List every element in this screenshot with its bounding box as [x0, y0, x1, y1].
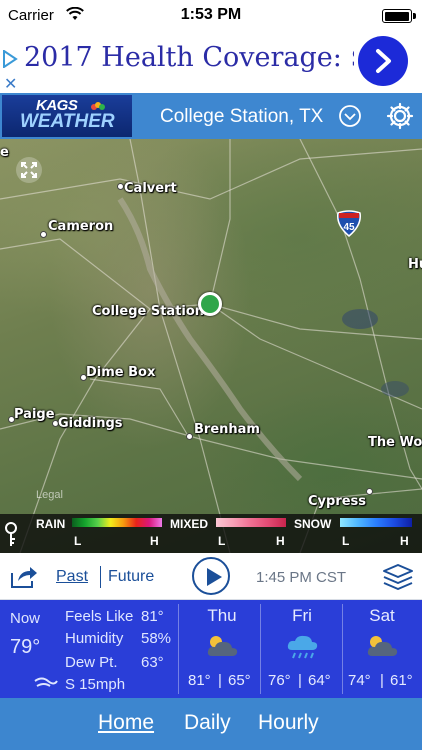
- tab-home[interactable]: Home: [98, 711, 154, 735]
- legend-rain-label: RAIN: [36, 517, 66, 531]
- rain-icon: [287, 635, 318, 659]
- play-icon: [207, 568, 222, 586]
- legend-snow-high: H: [400, 534, 409, 548]
- town-label: College Station: [92, 304, 205, 319]
- logo-weather: WEATHER: [20, 111, 115, 132]
- location-selector[interactable]: College Station, TX: [160, 106, 323, 128]
- interstate-number: 45: [343, 222, 355, 233]
- forecast-panel[interactable]: Now 79° Feels Like 81° Humidity 58% Dew …: [0, 600, 422, 698]
- town-marker: [117, 183, 124, 190]
- chevron-down-icon[interactable]: [338, 104, 362, 128]
- town-marker: [186, 433, 193, 440]
- station-logo: KAGS WEATHER: [2, 95, 132, 137]
- forecast-high: 81°: [188, 672, 211, 689]
- town-label: Calvert: [124, 181, 177, 196]
- town-label: Cypress: [308, 494, 367, 509]
- feels-like-label: Feels Like: [65, 608, 134, 625]
- town-marker: [366, 488, 373, 495]
- clock: 1:53 PM: [180, 6, 242, 23]
- interstate-shield-icon: 45: [336, 210, 362, 237]
- tab-hourly[interactable]: Hourly: [258, 711, 319, 735]
- town-label: e: [0, 145, 9, 160]
- ad-go-button[interactable]: [358, 36, 408, 86]
- temp-separator: |: [380, 672, 384, 689]
- gear-icon[interactable]: [386, 102, 414, 130]
- feels-like-value: 81°: [141, 608, 164, 625]
- status-bar: Carrier 1:53 PM: [0, 0, 422, 30]
- legend-snow-bar: [340, 518, 412, 527]
- key-icon: [5, 522, 17, 546]
- expand-map-button[interactable]: [16, 157, 42, 183]
- toggle-divider: [100, 566, 101, 588]
- wind-icon: [34, 677, 58, 687]
- town-label: Paige: [14, 407, 55, 422]
- now-label: Now: [10, 610, 41, 627]
- bottom-nav: Home Daily Hourly: [0, 698, 422, 750]
- wind-value: S 15mph: [65, 676, 126, 693]
- tab-daily[interactable]: Daily: [184, 711, 231, 735]
- divider: [260, 604, 261, 694]
- forecast-high: 74°: [348, 672, 371, 689]
- future-toggle[interactable]: Future: [108, 568, 154, 586]
- town-label: Dime Box: [86, 365, 156, 380]
- forecast-day: Sat: [369, 606, 395, 625]
- radar-map[interactable]: 45 e Calvert Cameron College Station Dim…: [0, 139, 422, 553]
- ad-banner[interactable]: ✕ 2017 Health Coverage: $1: [0, 30, 422, 93]
- radar-legend: RAIN L H MIXED L H SNOW L H: [0, 514, 422, 553]
- legend-rain-bar: [72, 518, 162, 527]
- town-label: The Wo: [368, 435, 422, 450]
- humidity-value: 58%: [141, 630, 172, 647]
- current-temp: 79°: [10, 636, 41, 658]
- town-label: Cameron: [48, 219, 114, 234]
- expand-icon: [21, 162, 37, 178]
- town-marker: [40, 231, 47, 238]
- partly-cloudy-icon: [367, 636, 398, 656]
- legend-mixed-label: MIXED: [170, 517, 209, 531]
- legend-mixed-bar: [216, 518, 286, 527]
- forecast-low: 65°: [228, 672, 251, 689]
- town-label: Giddings: [58, 416, 123, 431]
- town-label: Hu: [408, 257, 422, 272]
- dew-point-label: Dew Pt.: [65, 654, 118, 671]
- current-location-pin[interactable]: [198, 292, 222, 316]
- partly-cloudy-icon: [207, 636, 238, 656]
- temp-separator: |: [218, 672, 222, 689]
- layers-icon[interactable]: [382, 563, 414, 591]
- dew-point-value: 63°: [141, 654, 164, 671]
- playback-controls: Past Future 1:45 PM CST: [0, 553, 422, 600]
- humidity-label: Humidity: [65, 630, 124, 647]
- share-icon[interactable]: [8, 563, 38, 589]
- forecast-low: 61°: [390, 672, 413, 689]
- legend-rain-high: H: [150, 534, 159, 548]
- play-button[interactable]: [192, 557, 230, 595]
- legend-mixed-high: H: [276, 534, 285, 548]
- forecast-day: Fri: [292, 606, 312, 625]
- ad-text[interactable]: 2017 Health Coverage: $1: [24, 42, 354, 73]
- forecast-low: 64°: [308, 672, 331, 689]
- town-label: Brenham: [194, 422, 260, 437]
- chevron-right-icon: [376, 49, 391, 73]
- close-ad-icon[interactable]: ✕: [4, 74, 17, 93]
- peacock-icon: [91, 102, 105, 110]
- map-legal-link[interactable]: Legal: [36, 489, 63, 501]
- battery-icon: [382, 9, 416, 23]
- past-toggle[interactable]: Past: [56, 568, 88, 586]
- radar-timestamp: 1:45 PM CST: [256, 569, 347, 586]
- legend-snow-low: L: [342, 534, 350, 548]
- adchoices-icon[interactable]: [2, 50, 18, 68]
- adchoices[interactable]: ✕: [0, 30, 20, 93]
- temp-separator: |: [298, 672, 302, 689]
- legend-mixed-low: L: [218, 534, 226, 548]
- forecast-day: Thu: [207, 606, 237, 625]
- legend-snow-label: SNOW: [294, 517, 332, 531]
- app-header: KAGS WEATHER College Station, TX: [0, 93, 422, 139]
- forecast-high: 76°: [268, 672, 291, 689]
- legend-rain-low: L: [74, 534, 82, 548]
- divider: [178, 604, 179, 694]
- map-roads: [0, 139, 422, 553]
